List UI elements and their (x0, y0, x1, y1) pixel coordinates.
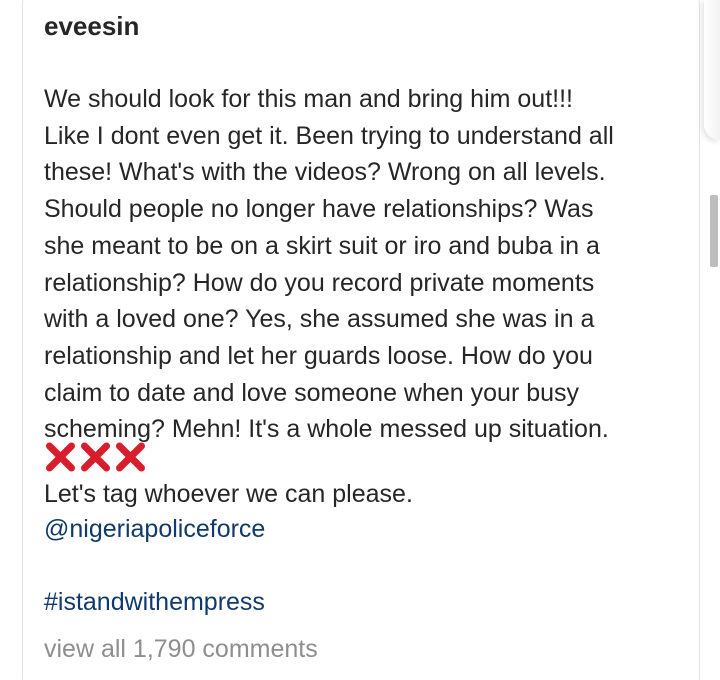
caption-line: relationship? How do you record private … (44, 268, 595, 297)
caption-line: she meant to be on a skirt suit or iro a… (44, 231, 600, 260)
view-all-comments-link[interactable]: view all 1,790 comments (44, 631, 318, 667)
cross-mark-emoji-row (44, 441, 147, 477)
cross-mark-icon (46, 442, 75, 472)
cross-mark-icon (116, 442, 145, 472)
caption-line: Should people no longer have relationshi… (44, 195, 594, 224)
caption-line: Like I dont even get it. Been trying to … (44, 121, 614, 150)
side-panel-edge (704, 0, 720, 140)
cross-mark-icon (81, 442, 110, 472)
scrollbar-thumb[interactable] (710, 195, 718, 267)
mention-link[interactable]: @nigeriapoliceforce (44, 511, 265, 547)
caption-tag-line: Let's tag whoever we can please. (44, 480, 413, 508)
caption-line: claim to date and love someone when your… (44, 378, 580, 407)
caption-line: relationship and let her guards loose. H… (44, 341, 593, 370)
post-username[interactable]: eveesin (44, 12, 139, 40)
caption-line: these! What's with the videos? Wrong on … (44, 158, 606, 187)
caption-line: We should look for this man and bring hi… (44, 85, 573, 113)
hashtag-link[interactable]: #istandwithempress (44, 584, 265, 620)
post-caption: We should look for this man and bring hi… (44, 81, 692, 448)
caption-line: with a loved one? Yes, she assumed she w… (44, 305, 595, 334)
